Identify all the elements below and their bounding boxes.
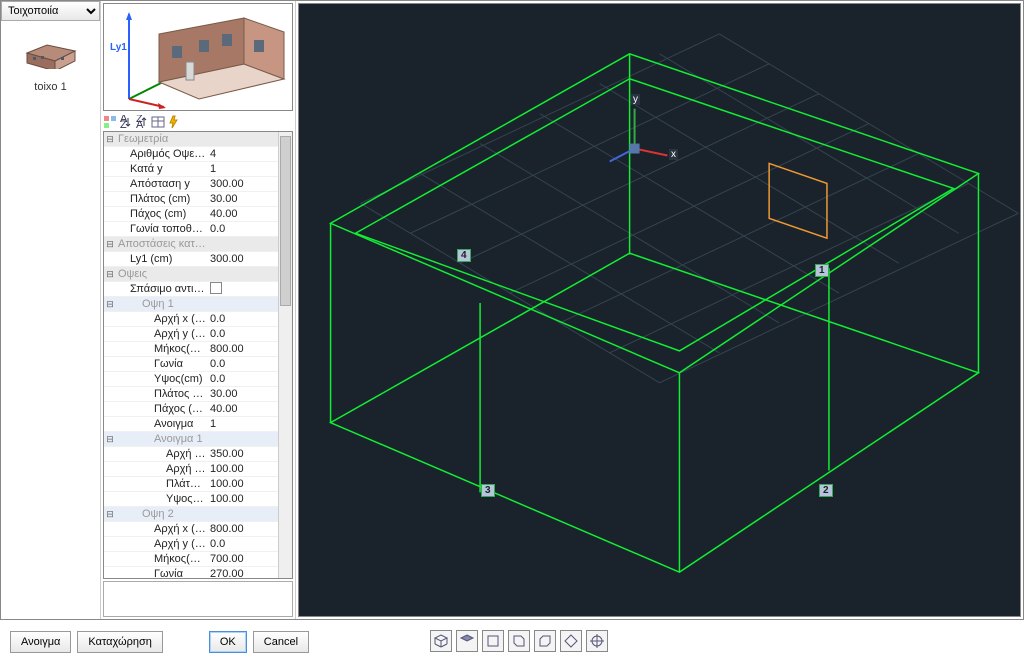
prop-scrollbar[interactable] (278, 132, 292, 578)
view-left-icon[interactable] (508, 630, 530, 652)
item-label[interactable]: toixo 1 (1, 81, 100, 93)
description-box (103, 581, 293, 617)
view-fit-icon[interactable] (586, 630, 608, 652)
face-label-4: 4 (457, 249, 471, 262)
table-icon[interactable] (151, 115, 165, 129)
view-iso-icon[interactable] (430, 630, 452, 652)
categorize-icon[interactable] (103, 115, 117, 129)
svg-text:A: A (136, 119, 144, 129)
open-button[interactable]: Ανοιγμα (10, 631, 71, 653)
sort-az-icon[interactable]: AZ (119, 115, 133, 129)
split-checkbox[interactable] (210, 282, 222, 294)
face-label-2: 2 (819, 484, 833, 497)
prop-toolbar: AZ ZA (101, 113, 295, 131)
register-button[interactable]: Καταχώρηση (77, 631, 162, 653)
view-right-icon[interactable] (534, 630, 556, 652)
face-label-1: 1 (815, 264, 829, 277)
left-panel: Τοιχοποιία toixo 1 (1, 1, 101, 619)
properties-panel: Ly1 AZ ZA ⊟Γεωμετρία Αριθμός Οψεων4 Κατά… (101, 1, 296, 619)
sort-za-icon[interactable]: ZA (135, 115, 149, 129)
viewport-3d[interactable]: y x 4 1 2 3 (298, 3, 1021, 617)
view-mode-toolbar (430, 630, 608, 652)
item-thumbnail[interactable] (21, 31, 81, 71)
preview-axis-label: Ly1 (110, 42, 127, 53)
axis-y-label: y (631, 94, 640, 105)
face-label-3: 3 (481, 484, 495, 497)
bottom-bar: Ανοιγμα Καταχώρηση OK Cancel (0, 622, 1024, 662)
category-dropdown[interactable]: Τοιχοποιία (1, 1, 100, 21)
svg-text:Z: Z (120, 119, 127, 129)
view-persp-icon[interactable] (560, 630, 582, 652)
axis-x-label: x (669, 149, 678, 160)
bolt-icon[interactable] (167, 115, 181, 129)
cancel-button[interactable]: Cancel (253, 631, 309, 653)
view-top-icon[interactable] (456, 630, 478, 652)
view-front-icon[interactable] (482, 630, 504, 652)
preview-3d: Ly1 (103, 3, 293, 111)
property-grid[interactable]: ⊟Γεωμετρία Αριθμός Οψεων4 Κατά y1 Απόστα… (104, 132, 278, 578)
ok-button[interactable]: OK (209, 631, 247, 653)
